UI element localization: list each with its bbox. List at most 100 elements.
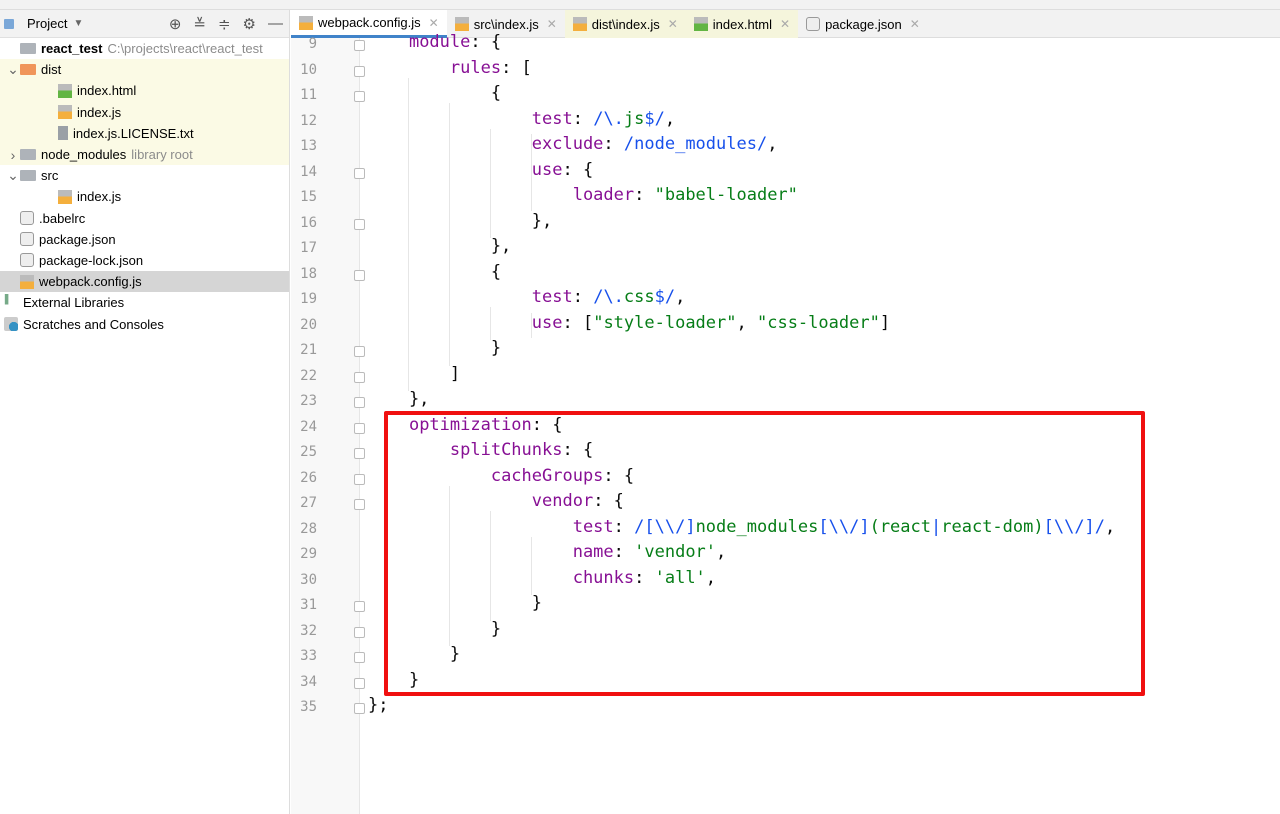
close-tab-icon[interactable]: ✕ bbox=[429, 16, 439, 30]
code-line: { bbox=[368, 262, 501, 282]
tree-item-label: index.js bbox=[77, 104, 122, 120]
line-number: 32 bbox=[300, 622, 317, 639]
code-token: : { bbox=[470, 32, 502, 52]
fold-end-icon[interactable] bbox=[354, 703, 365, 714]
code-token: , bbox=[664, 108, 676, 129]
tree-item[interactable]: index.js bbox=[0, 101, 289, 123]
code-line: loader: "babel-loader" bbox=[368, 185, 798, 205]
tree-item-label: External Libraries bbox=[23, 295, 125, 311]
tree-item[interactable]: index.html bbox=[0, 80, 289, 102]
fold-collapse-icon[interactable] bbox=[354, 65, 365, 77]
code-token: use bbox=[531, 312, 563, 333]
tab-label: webpack.config.js bbox=[318, 15, 421, 30]
folder-icon bbox=[20, 170, 36, 182]
minimize-icon[interactable]: — bbox=[268, 15, 283, 33]
tree-item[interactable]: index.js bbox=[0, 186, 289, 207]
fold-end-icon[interactable] bbox=[354, 346, 365, 357]
tab-label: package.json bbox=[825, 16, 902, 32]
tab-index-html[interactable]: index.html ✕ bbox=[685, 10, 799, 38]
locate-icon[interactable]: ⊕ bbox=[169, 15, 182, 33]
close-tab-icon[interactable]: ✕ bbox=[547, 17, 557, 31]
close-tab-icon[interactable]: ✕ bbox=[668, 17, 678, 31]
code-token: test bbox=[531, 108, 573, 129]
code-token: : bbox=[572, 287, 594, 307]
code-line: }; bbox=[368, 695, 388, 715]
fold-end-icon[interactable] bbox=[354, 601, 365, 612]
code-token: , bbox=[736, 312, 757, 333]
fold-collapse-icon[interactable] bbox=[354, 473, 365, 485]
fold-end-icon[interactable] bbox=[354, 218, 365, 230]
tree-item[interactable]: ⌄ src bbox=[0, 165, 289, 186]
line-number: 27 bbox=[300, 495, 317, 511]
js-file-icon bbox=[299, 15, 313, 30]
tab-package-json[interactable]: package.json ✕ bbox=[798, 10, 928, 38]
tree-item[interactable]: react_test C:\projects\react\react_test bbox=[0, 38, 289, 59]
fold-collapse-icon[interactable] bbox=[354, 40, 365, 51]
chevron-down-icon[interactable]: ▼ bbox=[73, 18, 83, 29]
json-icon bbox=[20, 253, 34, 268]
line-number: 16 bbox=[300, 214, 317, 231]
tree-item[interactable]: webpack.config.js bbox=[0, 271, 289, 293]
project-panel: Project ▼ ⊕ ≚ ≑ ⚙ — react_test C:\project… bbox=[0, 10, 290, 814]
code-line: }, bbox=[368, 236, 511, 256]
code-line: test: /\.js$/, bbox=[368, 109, 675, 129]
fold-end-icon[interactable] bbox=[354, 626, 365, 638]
tree-item[interactable]: package-lock.json bbox=[0, 250, 289, 271]
code-token: : bbox=[634, 185, 655, 205]
code-token: use bbox=[531, 159, 563, 180]
tree-item[interactable]: ||| External Libraries bbox=[0, 292, 289, 313]
code-token: : bbox=[572, 108, 594, 129]
indent-guide bbox=[490, 307, 491, 340]
tree-item[interactable]: .babelrc bbox=[0, 208, 289, 229]
collapse-all-icon[interactable]: ≑ bbox=[218, 15, 231, 33]
fold-end-icon[interactable] bbox=[354, 652, 365, 663]
line-number: 34 bbox=[300, 673, 317, 690]
close-tab-icon[interactable]: ✕ bbox=[780, 17, 790, 31]
chevron-down-icon[interactable]: ⌄ bbox=[6, 167, 20, 184]
tree-item[interactable]: package.json bbox=[0, 229, 289, 250]
tree-item-label: webpack.config.js bbox=[39, 274, 142, 290]
code-token: , bbox=[767, 134, 778, 154]
indent-guide bbox=[490, 128, 491, 238]
project-view-selector[interactable]: Project bbox=[27, 16, 67, 31]
fold-collapse-icon[interactable] bbox=[354, 499, 365, 510]
tree-item[interactable]: ⌄ dist bbox=[0, 59, 289, 81]
line-number: 24 bbox=[300, 418, 317, 435]
fold-end-icon[interactable] bbox=[354, 397, 365, 408]
gear-icon[interactable]: ⚙ bbox=[243, 15, 256, 33]
tree-item-label: dist bbox=[41, 62, 62, 78]
tree-item-label: index.js bbox=[77, 189, 122, 205]
code-token: }, bbox=[368, 236, 512, 256]
close-tab-icon[interactable]: ✕ bbox=[910, 17, 920, 31]
code-line: }, bbox=[368, 389, 429, 409]
libraries-icon: ||| bbox=[4, 292, 9, 305]
code-line: module: { bbox=[368, 32, 501, 52]
fold-collapse-icon[interactable] bbox=[354, 91, 365, 102]
json-icon bbox=[20, 232, 34, 247]
tree-item[interactable]: › node_modules library root bbox=[0, 143, 289, 166]
line-number: 19 bbox=[300, 291, 317, 307]
code-token: : [ bbox=[501, 57, 532, 78]
expand-all-icon[interactable]: ≚ bbox=[193, 15, 206, 33]
fold-collapse-icon[interactable] bbox=[354, 269, 365, 281]
tree-item[interactable]: index.js.LICENSE.txt bbox=[0, 122, 289, 144]
chevron-down-icon[interactable]: ⌄ bbox=[6, 61, 20, 78]
code-token: { bbox=[368, 83, 502, 103]
json-file-icon bbox=[806, 17, 821, 31]
fold-collapse-icon[interactable] bbox=[354, 448, 365, 459]
code-token: $/ bbox=[644, 108, 665, 129]
fold-collapse-icon[interactable] bbox=[354, 167, 365, 179]
fold-end-icon[interactable] bbox=[354, 677, 365, 689]
chevron-right-icon[interactable]: › bbox=[6, 147, 20, 163]
tab-dist-index-js[interactable]: dist\index.js ✕ bbox=[564, 10, 686, 38]
tab-label: src\index.js bbox=[473, 16, 539, 32]
code-token: rules bbox=[449, 57, 502, 78]
line-number: 21 bbox=[300, 342, 317, 358]
code-line: }, bbox=[368, 211, 552, 231]
js-icon bbox=[20, 274, 34, 289]
fold-end-icon[interactable] bbox=[354, 371, 365, 383]
tree-item[interactable]: Scratches and Consoles bbox=[0, 313, 289, 334]
tree-item-label: index.html bbox=[77, 83, 137, 99]
fold-collapse-icon[interactable] bbox=[354, 422, 365, 434]
